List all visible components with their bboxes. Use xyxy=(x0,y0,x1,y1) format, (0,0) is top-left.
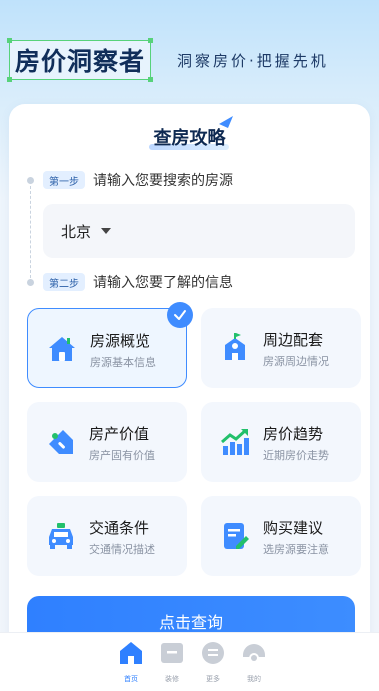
header: 房价洞察者 洞察房价·把握先机 xyxy=(0,0,379,100)
search-guide-card: 查房攻略 第一步 请输入您要搜索的房源 北京 第二步 请输入您要了解的信息 房源… xyxy=(9,104,370,674)
option-sub: 近期房价走势 xyxy=(263,449,329,462)
home-icon xyxy=(120,642,142,664)
edit-note-icon xyxy=(224,523,249,549)
house-icon xyxy=(49,337,75,361)
step2-text: 请输入您要了解的信息 xyxy=(93,275,233,291)
option-label: 房源概览 xyxy=(90,332,151,350)
slogan: 洞察房价·把握先机 xyxy=(177,52,329,70)
tab-label: 首页 xyxy=(124,675,138,683)
option-surroundings[interactable]: 周边配套 房源周边情况 xyxy=(201,308,361,388)
logo-text: 房价洞察者 xyxy=(15,47,146,76)
step2-dot xyxy=(27,279,34,286)
option-transportation[interactable]: 交通条件 交通情况描述 xyxy=(27,496,187,576)
tab-label: 更多 xyxy=(206,675,220,683)
card-title: 查房攻略 xyxy=(153,128,226,149)
school-icon xyxy=(225,333,245,360)
option-purchase-advice[interactable]: 购买建议 选房源要注意 xyxy=(201,496,361,576)
tab-label: 装修 xyxy=(165,675,179,683)
decoration-icon xyxy=(161,643,183,663)
more-icon xyxy=(202,642,224,664)
paper-plane-icon xyxy=(219,116,233,128)
option-house-overview[interactable]: 房源概览 房源基本信息 xyxy=(27,302,193,388)
tab-more[interactable]: 更多 xyxy=(193,639,233,684)
option-price-trend[interactable]: 房价趋势 近期房价走势 xyxy=(201,402,361,482)
car-icon xyxy=(49,523,73,549)
app-logo: 房价洞察者 xyxy=(7,38,154,82)
option-label: 购买建议 xyxy=(263,519,324,537)
option-label: 房产价值 xyxy=(89,425,150,443)
tab-label: 我的 xyxy=(247,675,261,683)
tab-mine[interactable]: 我的 xyxy=(234,639,274,684)
step2-badge: 第二步 xyxy=(43,273,85,291)
city-select[interactable]: 北京 xyxy=(43,204,355,258)
price-tag-icon xyxy=(49,430,73,454)
check-icon xyxy=(167,302,193,328)
city-value: 北京 xyxy=(61,222,92,241)
option-sub: 房源基本信息 xyxy=(90,356,156,369)
option-sub: 选房源要注意 xyxy=(263,543,329,556)
step-connector xyxy=(30,186,31,278)
option-label: 交通条件 xyxy=(89,519,150,537)
chevron-down-icon xyxy=(101,228,112,234)
step1-dot xyxy=(27,177,34,184)
tab-home[interactable]: 首页 xyxy=(111,639,151,684)
step1-badge: 第一步 xyxy=(43,171,85,189)
step1-text: 请输入您要搜索的房源 xyxy=(93,173,233,189)
trend-chart-icon xyxy=(221,428,249,455)
option-sub: 交通情况描述 xyxy=(89,543,155,556)
user-icon xyxy=(243,644,265,663)
option-sub: 房源周边情况 xyxy=(263,355,329,368)
option-property-value[interactable]: 房产价值 房产固有价值 xyxy=(27,402,187,482)
tab-decoration[interactable]: 装修 xyxy=(152,639,192,684)
bottom-tab-bar: 首页 装修 更多 我的 xyxy=(0,632,379,691)
option-sub: 房产固有价值 xyxy=(89,449,155,462)
option-label: 周边配套 xyxy=(263,331,324,349)
option-label: 房价趋势 xyxy=(263,425,324,443)
